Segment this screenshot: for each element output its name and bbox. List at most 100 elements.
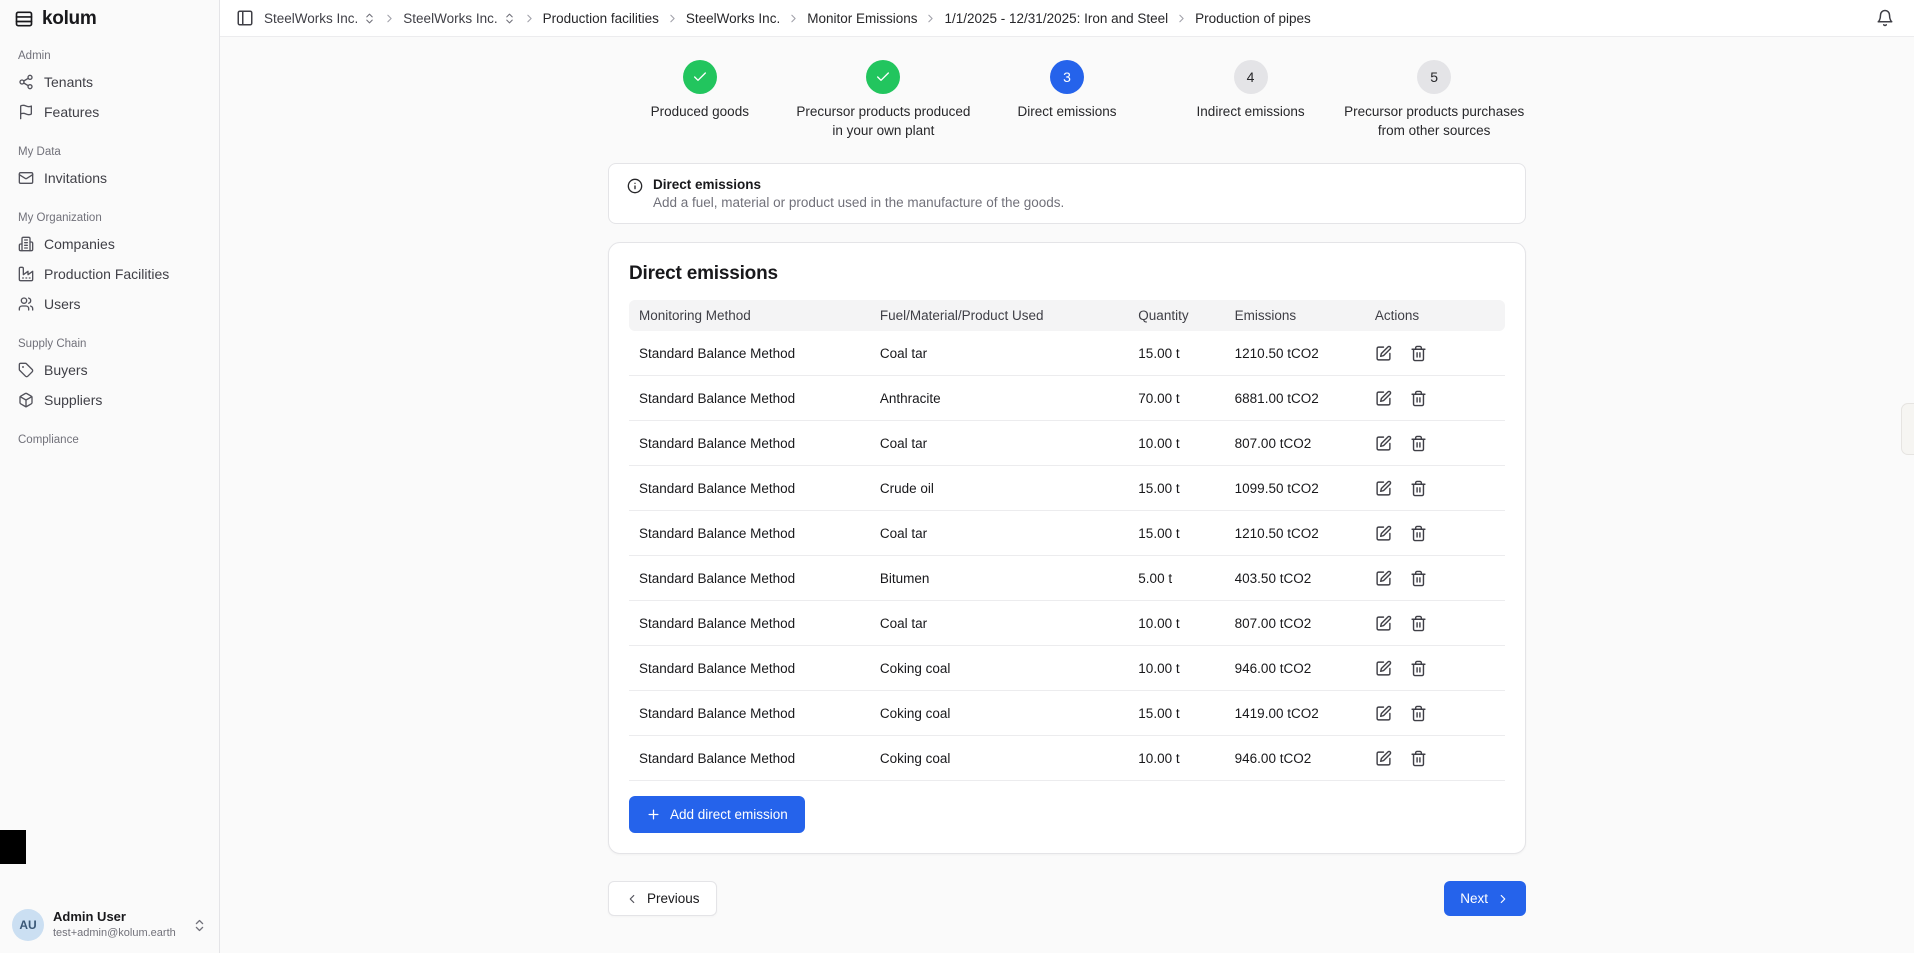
cell-quantity: 15.00 t — [1128, 331, 1224, 376]
next-button[interactable]: Next — [1444, 881, 1526, 916]
previous-button-label: Previous — [647, 891, 700, 906]
cell-monitoring-method: Standard Balance Method — [629, 421, 870, 466]
delete-row-button[interactable] — [1410, 480, 1427, 497]
breadcrumb-reporting-period[interactable]: 1/1/2025 - 12/31/2025: Iron and Steel — [944, 11, 1168, 26]
edit-row-button[interactable] — [1375, 390, 1392, 407]
cell-fuel: Bitumen — [870, 556, 1128, 601]
breadcrumb-label: Monitor Emissions — [807, 11, 917, 26]
sidebar-item-label: Suppliers — [44, 392, 102, 408]
nav-section-label-my-data: My Data — [10, 140, 209, 163]
edit-row-button[interactable] — [1375, 345, 1392, 362]
trash-icon — [1410, 705, 1427, 722]
edit-row-button[interactable] — [1375, 525, 1392, 542]
edit-icon — [1375, 570, 1392, 587]
breadcrumb-company-switcher[interactable]: SteelWorks Inc. — [403, 11, 515, 26]
edit-row-button[interactable] — [1375, 615, 1392, 632]
breadcrumb-production-facilities[interactable]: Production facilities — [543, 11, 659, 26]
sidebar-item-buyers[interactable]: Buyers — [10, 355, 209, 385]
factory-icon — [18, 266, 34, 282]
step-label: Precursor products produced in your own … — [792, 103, 976, 141]
cell-monitoring-method: Standard Balance Method — [629, 601, 870, 646]
edit-row-button[interactable] — [1375, 750, 1392, 767]
nav-section-admin: Admin Tenants Features — [10, 44, 209, 127]
edit-row-button[interactable] — [1375, 570, 1392, 587]
cell-actions — [1365, 466, 1505, 511]
emissions-table: Monitoring Method Fuel/Material/Product … — [629, 300, 1505, 782]
step-precursor-purchases[interactable]: 5 Precursor products purchases from othe… — [1342, 60, 1526, 141]
cell-actions — [1365, 511, 1505, 556]
chevron-right-icon — [1496, 892, 1510, 906]
cell-fuel: Coal tar — [870, 421, 1128, 466]
cell-emissions: 6881.00 tCO2 — [1225, 376, 1365, 421]
table-row: Standard Balance Method Coal tar 15.00 t… — [629, 331, 1505, 376]
nav-section-label-my-organization: My Organization — [10, 206, 209, 229]
step-produced-goods[interactable]: Produced goods — [608, 60, 792, 141]
sidebar-item-label: Tenants — [44, 74, 93, 90]
chevrons-up-down-icon — [363, 12, 376, 25]
step-precursor-own-plant[interactable]: Precursor products produced in your own … — [792, 60, 976, 141]
sidebar-item-invitations[interactable]: Invitations — [10, 163, 209, 193]
cell-quantity: 10.00 t — [1128, 421, 1224, 466]
step-indirect-emissions[interactable]: 4 Indirect emissions — [1159, 60, 1343, 141]
chevron-right-icon — [787, 12, 800, 25]
previous-button[interactable]: Previous — [608, 881, 717, 916]
delete-row-button[interactable] — [1410, 570, 1427, 587]
avatar: AU — [12, 909, 44, 941]
delete-row-button[interactable] — [1410, 525, 1427, 542]
sidebar-item-features[interactable]: Features — [10, 97, 209, 127]
sidebar-item-tenants[interactable]: Tenants — [10, 67, 209, 97]
trash-icon — [1410, 615, 1427, 632]
card-title: Direct emissions — [629, 263, 1505, 285]
breadcrumb-monitor-emissions[interactable]: Monitor Emissions — [807, 11, 917, 26]
edit-row-button[interactable] — [1375, 660, 1392, 677]
sidebar-toggle-button[interactable] — [236, 9, 254, 27]
table-header-row: Monitoring Method Fuel/Material/Product … — [629, 300, 1505, 331]
delete-row-button[interactable] — [1410, 345, 1427, 362]
cell-emissions: 1210.50 tCO2 — [1225, 331, 1365, 376]
cell-emissions: 807.00 tCO2 — [1225, 421, 1365, 466]
app-logo-text: kolum — [42, 8, 96, 30]
column-header-fuel: Fuel/Material/Product Used — [870, 300, 1128, 331]
delete-row-button[interactable] — [1410, 750, 1427, 767]
edit-row-button[interactable] — [1375, 705, 1392, 722]
black-overlay — [0, 830, 26, 864]
sidebar-item-companies[interactable]: Companies — [10, 229, 209, 259]
delete-row-button[interactable] — [1410, 390, 1427, 407]
nav-section-my-data: My Data Invitations — [10, 140, 209, 193]
nav-section-label-compliance: Compliance — [10, 428, 209, 451]
cell-actions — [1365, 736, 1505, 781]
trash-icon — [1410, 570, 1427, 587]
edit-row-button[interactable] — [1375, 435, 1392, 452]
check-icon — [875, 69, 891, 85]
step-label: Precursor products purchases from other … — [1342, 103, 1526, 141]
sidebar-item-production-facilities[interactable]: Production Facilities — [10, 259, 209, 289]
table-row: Standard Balance Method Coking coal 10.0… — [629, 646, 1505, 691]
table-row: Standard Balance Method Coal tar 10.00 t… — [629, 421, 1505, 466]
nav-section-label-supply-chain: Supply Chain — [10, 332, 209, 355]
edit-row-button[interactable] — [1375, 480, 1392, 497]
notifications-button[interactable] — [1876, 9, 1894, 27]
breadcrumb-facility[interactable]: SteelWorks Inc. — [686, 11, 780, 26]
cell-fuel: Coal tar — [870, 331, 1128, 376]
nav-section-my-organization: My Organization Companies Production Fac… — [10, 206, 209, 319]
chevron-right-icon — [924, 12, 937, 25]
cell-monitoring-method: Standard Balance Method — [629, 691, 870, 736]
scrollbar-thumb[interactable] — [1901, 403, 1914, 455]
breadcrumb-tenant-switcher[interactable]: SteelWorks Inc. — [264, 11, 376, 26]
topbar: SteelWorks Inc. SteelWorks Inc. Producti… — [220, 0, 1914, 37]
delete-row-button[interactable] — [1410, 615, 1427, 632]
add-direct-emission-button[interactable]: Add direct emission — [629, 796, 805, 833]
user-menu-button[interactable]: AU Admin User test+admin@kolum.earth — [0, 897, 219, 953]
table-row: Standard Balance Method Coal tar 10.00 t… — [629, 601, 1505, 646]
delete-row-button[interactable] — [1410, 660, 1427, 677]
delete-row-button[interactable] — [1410, 435, 1427, 452]
flag-icon — [18, 104, 34, 120]
step-direct-emissions[interactable]: 3 Direct emissions — [975, 60, 1159, 141]
sidebar-item-suppliers[interactable]: Suppliers — [10, 385, 209, 415]
breadcrumb-current-good[interactable]: Production of pipes — [1195, 11, 1311, 26]
main-area: SteelWorks Inc. SteelWorks Inc. Producti… — [220, 0, 1914, 953]
sidebar-item-users[interactable]: Users — [10, 289, 209, 319]
step-circle-completed — [866, 60, 900, 94]
step-circle-active: 3 — [1050, 60, 1084, 94]
delete-row-button[interactable] — [1410, 705, 1427, 722]
